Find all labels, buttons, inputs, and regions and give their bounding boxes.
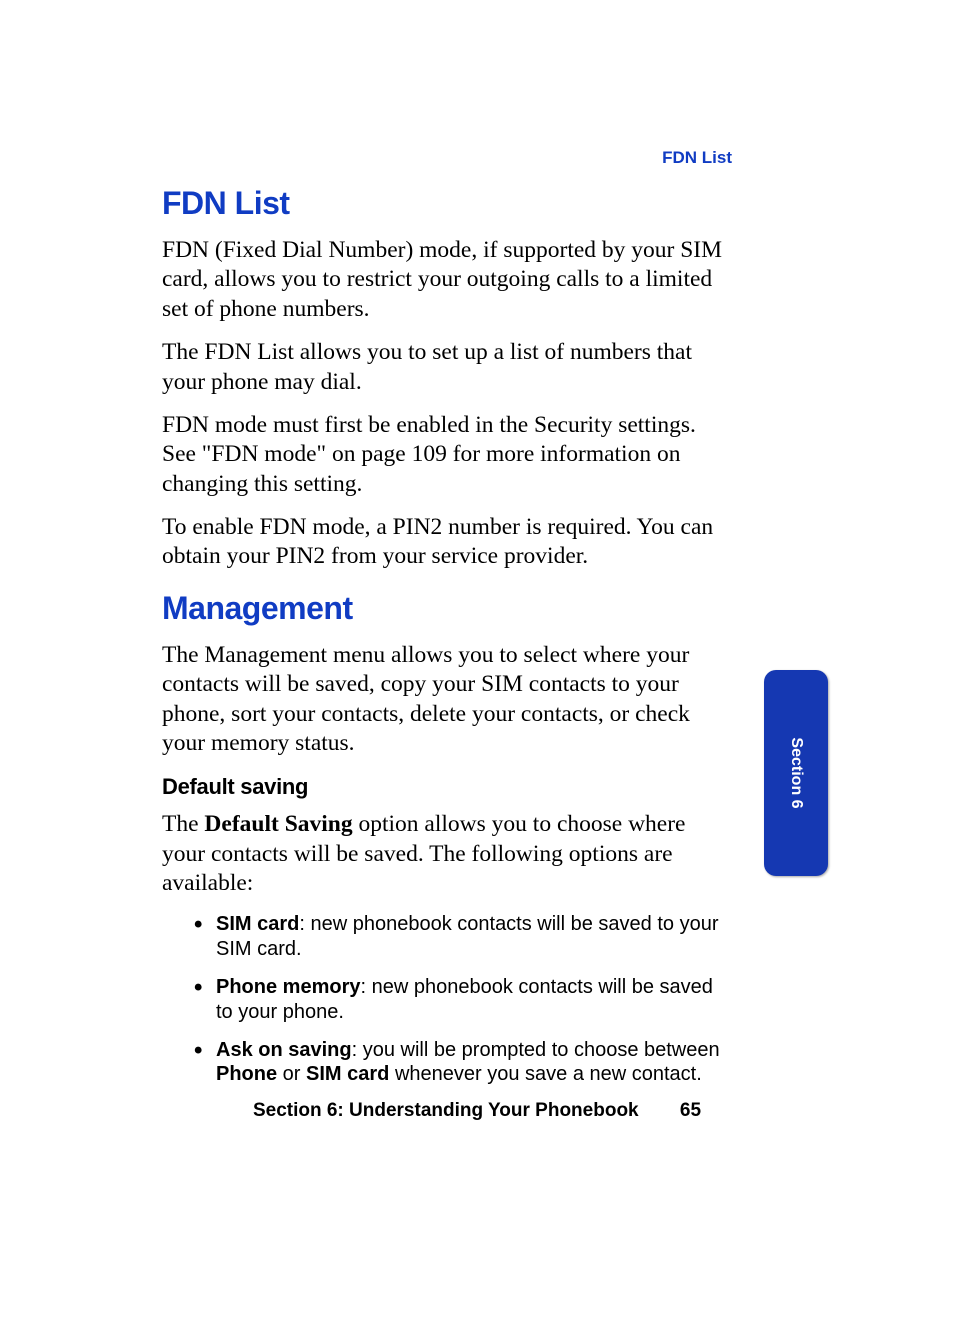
list-item: Ask on saving: you will be prompted to c…	[194, 1038, 732, 1087]
text: The	[162, 811, 204, 837]
bold-text: SIM card	[306, 1063, 389, 1085]
bold-text: Default Saving	[204, 811, 352, 837]
section-tab: Section 6	[764, 670, 828, 876]
paragraph: The Management menu allows you to select…	[162, 641, 732, 759]
page-footer: Section 6: Understanding Your Phonebook …	[0, 1100, 954, 1122]
text: : you will be prompted to choose between	[352, 1039, 720, 1061]
page-content: FDN List FDN (Fixed Dial Number) mode, i…	[162, 185, 732, 1101]
list-item-term: Phone memory	[216, 976, 360, 998]
footer-section-title: Section 6: Understanding Your Phonebook	[253, 1100, 639, 1121]
text: whenever you save a new contact.	[389, 1063, 701, 1085]
paragraph: FDN (Fixed Dial Number) mode, if support…	[162, 236, 732, 324]
heading-fdn-list: FDN List	[162, 185, 732, 222]
heading-management: Management	[162, 590, 732, 627]
paragraph: The FDN List allows you to set up a list…	[162, 338, 732, 397]
page-number: 65	[680, 1100, 701, 1122]
bold-text: Phone	[216, 1063, 277, 1085]
list-item-term: Ask on saving	[216, 1039, 352, 1061]
list-item: SIM card: new phonebook contacts will be…	[194, 912, 732, 961]
paragraph: To enable FDN mode, a PIN2 number is req…	[162, 513, 732, 572]
paragraph: FDN mode must first be enabled in the Se…	[162, 411, 732, 499]
section-tab-label: Section 6	[787, 737, 805, 808]
subheading-default-saving: Default saving	[162, 774, 732, 800]
running-header: FDN List	[662, 148, 732, 168]
page: FDN List FDN List FDN (Fixed Dial Number…	[0, 0, 954, 1319]
list-item-term: SIM card	[216, 913, 299, 935]
paragraph: The Default Saving option allows you to …	[162, 810, 732, 898]
bullet-list: SIM card: new phonebook contacts will be…	[194, 912, 732, 1086]
text: or	[277, 1063, 306, 1085]
list-item: Phone memory: new phonebook contacts wil…	[194, 975, 732, 1024]
